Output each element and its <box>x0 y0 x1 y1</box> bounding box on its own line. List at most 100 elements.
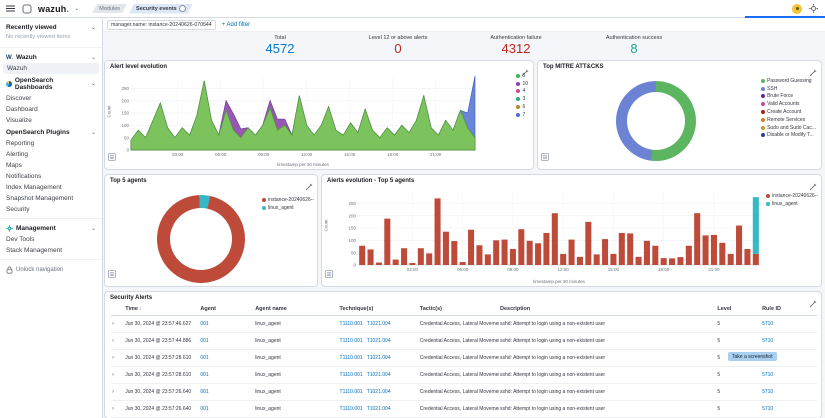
technique-link[interactable]: T1021.004 <box>367 406 391 412</box>
technique-link[interactable]: T1110.001 <box>340 338 363 344</box>
agent-link[interactable]: 001 <box>200 372 208 378</box>
unlock-navigation-button[interactable]: Unlock navigation <box>0 263 102 277</box>
technique-link[interactable]: T1110.001 <box>340 321 363 327</box>
sidebar-item-index-management[interactable]: Index Management <box>0 182 102 193</box>
chevron-down-icon[interactable]: ⌄ <box>91 55 96 61</box>
legend-item[interactable]: linux_agent <box>765 201 818 207</box>
stat-value[interactable]: 4572 <box>221 41 339 56</box>
legend-item[interactable]: Create Account <box>760 109 816 115</box>
gear-icon[interactable] <box>807 3 819 15</box>
col-level[interactable]: Level <box>716 303 762 316</box>
sidebar-item-notifications[interactable]: Notifications <box>0 171 102 182</box>
agent-link[interactable]: 001 <box>200 355 208 361</box>
chevron-down-icon[interactable]: ⌄ <box>91 226 96 232</box>
col-description[interactable]: Description <box>499 303 717 316</box>
mitre-donut-chart[interactable] <box>616 81 696 161</box>
legend-item[interactable]: 6 <box>515 104 528 110</box>
table-row[interactable]: › Jun 30, 2024 @ 23:57:46.627 001 linux_age… <box>111 315 817 333</box>
stat-value[interactable]: 0 <box>339 41 457 56</box>
legend-toggle-icon[interactable] <box>108 265 116 283</box>
expand-row-icon[interactable]: › <box>112 338 114 344</box>
chevron-down-icon[interactable]: ⌄ <box>74 6 79 12</box>
table-row[interactable]: › Jun 30, 2024 @ 23:57:26.640 001 linux_age… <box>111 383 817 401</box>
sidebar-item-stack-management[interactable]: Stack Management <box>0 245 102 256</box>
rule-id-link[interactable]: 5710 <box>762 338 773 344</box>
sidebar-item-dashboard[interactable]: Dashboard <box>0 104 102 115</box>
technique-link[interactable]: T1021.004 <box>367 372 391 378</box>
expand-row-icon[interactable]: › <box>112 321 114 327</box>
sidebar-item-maps[interactable]: Maps <box>0 160 102 171</box>
filter-pill[interactable]: manager.name: instance-20240626-070544 <box>107 19 216 30</box>
legend-item[interactable]: 3 <box>515 96 528 102</box>
sidebar-item-snapshot-management[interactable]: Snapshot Management <box>0 193 102 204</box>
agent-link[interactable]: 001 <box>200 406 208 412</box>
sidebar-item-discover[interactable]: Discover <box>0 93 102 104</box>
edit-panel-icon[interactable] <box>305 178 313 196</box>
technique-link[interactable]: T1110.001 <box>340 406 363 412</box>
sidebar-item-alerting[interactable]: Alerting <box>0 149 102 160</box>
technique-link[interactable]: T1021.004 <box>367 338 391 344</box>
col-tactics[interactable]: Tactic(s) <box>418 303 500 316</box>
add-filter-button[interactable]: + Add filter <box>222 22 251 28</box>
sidebar-item-dev-tools[interactable]: Dev Tools <box>0 234 102 245</box>
menu-icon[interactable] <box>4 3 16 15</box>
agents-donut-chart[interactable] <box>157 195 245 283</box>
sidebar-section-opensearch-dashboards[interactable]: OpenSearch Dashboards ⌄ <box>0 74 102 93</box>
col-agent[interactable]: Agent <box>199 303 255 316</box>
user-avatar[interactable] <box>792 3 802 14</box>
sidebar-section-wazuh[interactable]: W. Wazuh ⌄ <box>0 51 102 63</box>
technique-link[interactable]: T1021.004 <box>367 389 391 395</box>
rule-id-link[interactable]: 5710 <box>762 372 773 378</box>
col-time[interactable]: Time↓ <box>124 303 200 316</box>
technique-link[interactable]: T1110.001 <box>340 372 363 378</box>
table-row[interactable]: › Jun 30, 2024 @ 23:57:44.886 001 linux_age… <box>111 332 817 350</box>
sidebar-section-management[interactable]: Management ⌄ <box>0 222 102 234</box>
sidebar-item-security[interactable]: Security <box>0 204 102 215</box>
legend-item[interactable]: 7 <box>515 112 528 118</box>
table-row[interactable]: › Jun 30, 2024 @ 23:57:28.610 001 linux_age… <box>111 366 817 384</box>
technique-link[interactable]: T1021.004 <box>367 321 391 327</box>
technique-link[interactable]: T1021.004 <box>367 355 391 361</box>
legend-item[interactable]: instance-20240626-- <box>765 193 818 199</box>
breadcrumb-security-events[interactable]: Security events <box>129 4 193 14</box>
sidebar-item-visualize[interactable]: Visualize <box>0 115 102 126</box>
technique-link[interactable]: T1110.001 <box>340 355 363 361</box>
chevron-down-icon[interactable]: ⌄ <box>91 25 96 31</box>
expand-row-icon[interactable]: › <box>112 355 114 361</box>
stat-value[interactable]: 8 <box>575 41 693 56</box>
stat-value[interactable]: 4312 <box>457 41 575 56</box>
edit-panel-icon[interactable] <box>809 295 817 313</box>
legend-item[interactable]: instance-20240626-- <box>261 197 314 203</box>
legend-toggle-icon[interactable] <box>108 148 116 166</box>
sidebar-item-reporting[interactable]: Reporting <box>0 138 102 149</box>
legend-item[interactable]: Brute Force <box>760 93 816 99</box>
expand-row-icon[interactable]: › <box>112 389 114 395</box>
legend-toggle-icon[interactable] <box>541 148 549 166</box>
take-screenshot-button[interactable]: Take a screenshot <box>728 352 777 361</box>
home-icon[interactable] <box>21 3 33 15</box>
agent-link[interactable]: 001 <box>200 338 208 344</box>
rule-id-link[interactable]: 5710 <box>762 321 773 327</box>
technique-link[interactable]: T1110.001 <box>340 389 363 395</box>
col-agent-name[interactable]: Agent name <box>254 303 339 316</box>
legend-item[interactable]: 5 <box>515 73 528 79</box>
legend-item[interactable]: 10 <box>515 81 528 87</box>
legend-item[interactable]: 4 <box>515 88 528 94</box>
expand-row-icon[interactable]: › <box>112 406 114 412</box>
legend-item[interactable]: SSH <box>760 86 816 92</box>
rule-id-link[interactable]: 5710 <box>762 406 773 412</box>
agent-link[interactable]: 001 <box>200 321 208 327</box>
agent-link[interactable]: 001 <box>200 389 208 395</box>
table-row[interactable]: › Jun 30, 2024 @ 23:57:26.640 001 linux_age… <box>111 400 817 418</box>
table-row[interactable]: › Jun 30, 2024 @ 23:57:28.610 001 linux_age… <box>111 349 817 367</box>
sidebar-section-recently-viewed[interactable]: Recently viewed ⌄ <box>0 21 102 33</box>
legend-toggle-icon[interactable] <box>325 265 333 283</box>
expand-row-icon[interactable]: › <box>112 372 114 378</box>
sort-desc-icon[interactable]: ↓ <box>139 306 142 312</box>
legend-item[interactable]: Password Guessing <box>760 78 816 84</box>
col-techniques[interactable]: Technique(s) <box>338 303 419 316</box>
legend-item[interactable]: Disable or Modify T... <box>760 132 816 138</box>
sidebar-section-opensearch-plugins[interactable]: OpenSearch Plugins ⌄ <box>0 126 102 138</box>
legend-item[interactable]: linux_agent <box>261 205 314 211</box>
legend-item[interactable]: Valid Accounts <box>760 101 816 107</box>
